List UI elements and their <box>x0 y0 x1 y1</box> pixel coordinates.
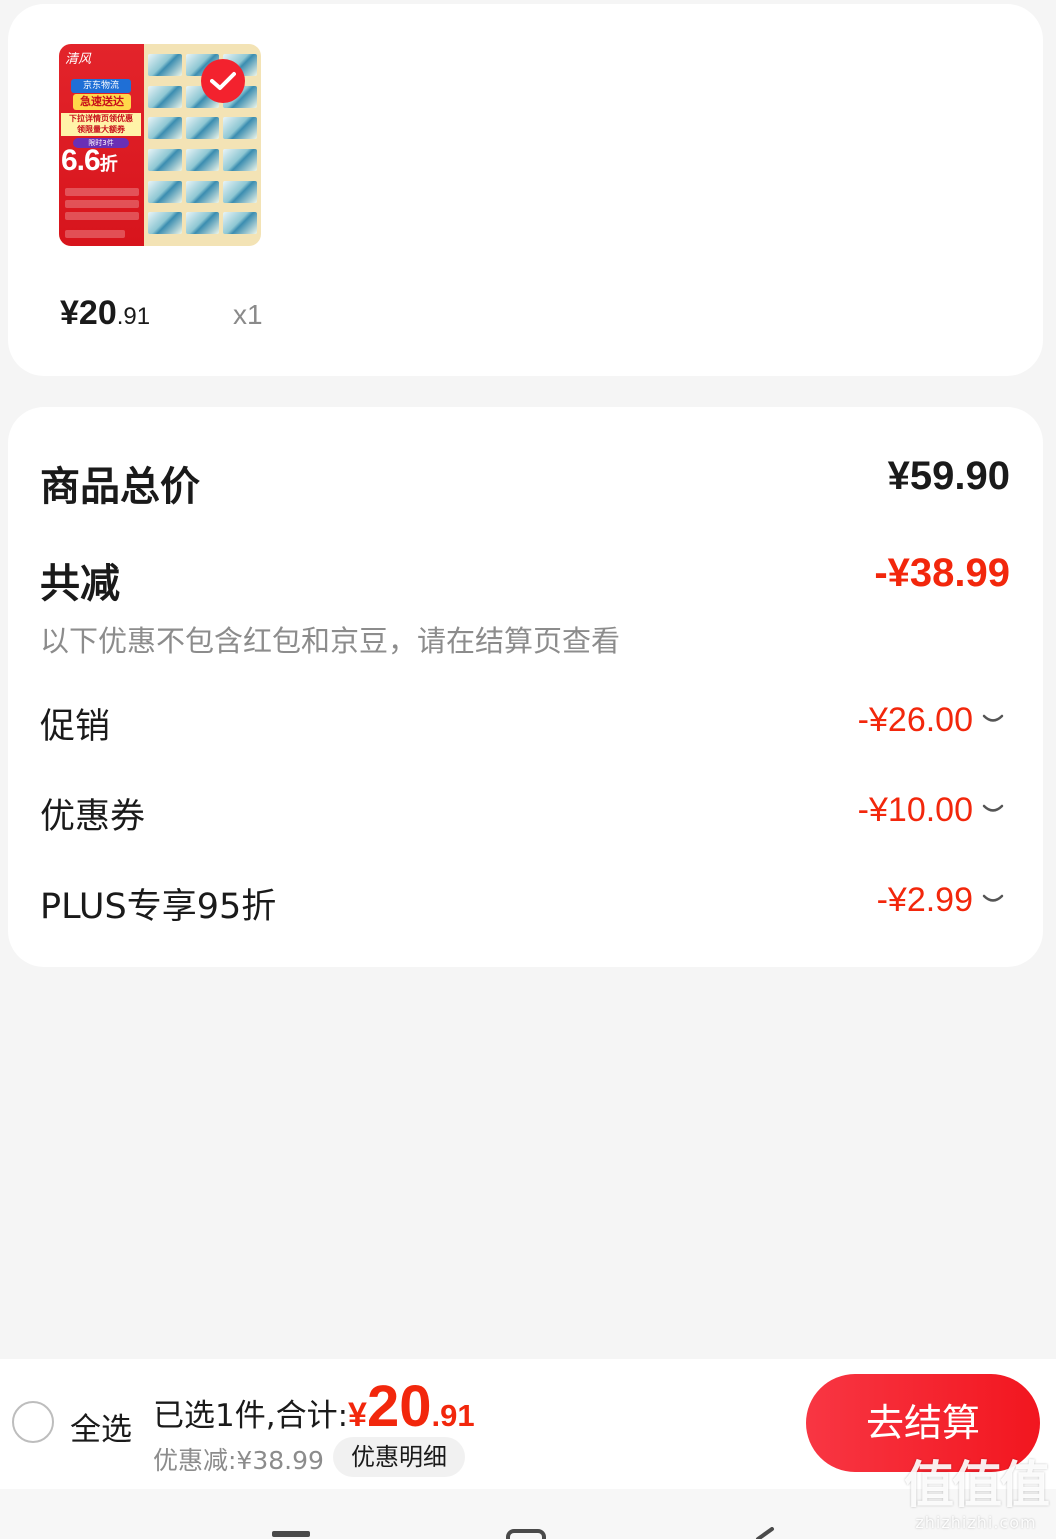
menu-icon[interactable] <box>272 1531 310 1537</box>
thumbnail-fine-print <box>65 188 139 196</box>
total-currency: ¥ <box>348 1396 367 1434</box>
select-all-radio[interactable] <box>12 1401 54 1443</box>
selected-count-label: 已选1件,合计: <box>153 1398 349 1434</box>
thumbnail-discount: 6.6折 <box>61 144 141 178</box>
chevron-down-icon[interactable] <box>981 713 1005 727</box>
thumbnail-speed-tag: 急速送达 <box>73 94 131 110</box>
watermark: 值值值 zhizhizhi.com <box>904 1456 1050 1532</box>
thumbnail-jd-tag: 京东物流 <box>71 79 131 93</box>
checkout-bar: 全选 已选1件,合计:¥20.91 优惠减:¥38.99 优惠明细 去结算 <box>0 1359 1056 1489</box>
system-nav-bar <box>0 1489 1056 1539</box>
coupon-value[interactable]: -¥10.00 <box>858 791 973 830</box>
thumbnail-fine-print <box>65 212 139 220</box>
price-integer: 20 <box>78 294 117 332</box>
select-all-label[interactable]: 全选 <box>70 1404 132 1449</box>
thumbnail-discount-unit: 折 <box>99 154 118 174</box>
total-reduction-label: 共减 <box>40 561 120 607</box>
saved-amount: 优惠减:¥38.99 <box>153 1446 324 1475</box>
coupon-label[interactable]: 优惠券 <box>40 788 145 839</box>
selected-total: 已选1件,合计:¥20.91 <box>153 1373 475 1440</box>
chevron-down-icon[interactable] <box>981 893 1005 907</box>
reduction-note: 以下优惠不包含红包和京豆，请在结算页查看 <box>40 624 621 658</box>
back-icon[interactable] <box>752 1527 776 1539</box>
product-quantity: x1 <box>233 299 263 330</box>
total-reduction-value: -¥38.99 <box>874 551 1010 595</box>
promotion-value[interactable]: -¥26.00 <box>858 701 973 740</box>
thumbnail-promo-line: 领限量大额券 <box>61 124 141 136</box>
thumbnail-promo-banner: 清风 京东物流 急速送达 下拉详情页领优惠 领限量大额券 限时3件 6.6折 <box>59 44 144 246</box>
home-icon[interactable] <box>506 1529 546 1539</box>
product-price: ¥20.91 <box>60 294 150 333</box>
price-summary-card: 商品总价 ¥59.90 共减 -¥38.99 以下优惠不包含红包和京豆，请在结算… <box>8 407 1043 967</box>
watermark-url: zhizhizhi.com <box>915 1513 1037 1532</box>
selected-check-icon[interactable] <box>201 59 245 103</box>
product-card: 清风 京东物流 急速送达 下拉详情页领优惠 领限量大额券 限时3件 6.6折 ¥… <box>8 4 1043 376</box>
price-currency: ¥ <box>60 294 79 332</box>
total-integer: 20 <box>366 1374 432 1439</box>
promotion-label[interactable]: 促销 <box>40 698 110 749</box>
price-decimal: .91 <box>116 303 151 330</box>
thumbnail-discount-value: 6.6 <box>61 144 101 177</box>
thumbnail-fine-print <box>65 200 139 208</box>
thumbnail-fine-print <box>65 230 125 238</box>
plus-discount-value[interactable]: -¥2.99 <box>877 881 973 920</box>
total-decimal: .91 <box>431 1398 475 1433</box>
plus-discount-label[interactable]: PLUS专享95折 <box>40 878 276 929</box>
total-price-value: ¥59.90 <box>887 454 1010 498</box>
watermark-logo: 值值值 <box>904 1456 1050 1514</box>
chevron-down-icon[interactable] <box>981 803 1005 817</box>
discount-detail-button[interactable]: 优惠明细 <box>333 1437 465 1477</box>
thumbnail-brand-logo: 清风 <box>65 52 92 67</box>
total-price-label: 商品总价 <box>40 464 200 510</box>
